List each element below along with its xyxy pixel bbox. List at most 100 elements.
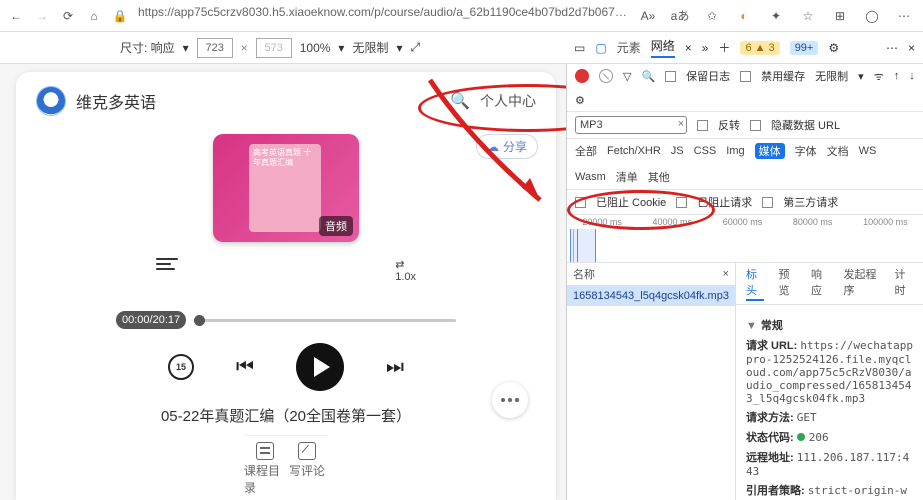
type-all[interactable]: 全部 [575, 143, 597, 159]
wifi-icon[interactable]: ᯤ [874, 69, 884, 84]
edit-icon [298, 442, 316, 460]
status-dot [797, 433, 805, 441]
filter-toggle-icon[interactable]: ▽ [623, 70, 631, 83]
add-tab-icon[interactable]: ＋ [718, 39, 730, 56]
prev-button[interactable]: ⏮ [236, 356, 254, 379]
warn-pill[interactable]: 6 ▲ 3 [740, 41, 779, 55]
progress-track[interactable] [194, 319, 456, 322]
disable-cache-checkbox[interactable] [740, 71, 751, 82]
tab-elements[interactable]: 元素 [617, 39, 641, 56]
reader-icon[interactable]: A» [637, 5, 659, 27]
type-js[interactable]: JS [671, 145, 684, 157]
dtab-headers[interactable]: 标头 [746, 266, 765, 301]
filter-input[interactable] [575, 116, 687, 134]
back-icon[interactable]: ← [8, 8, 24, 24]
type-font[interactable]: 字体 [795, 143, 817, 159]
clear-filter-icon[interactable]: × [678, 118, 684, 130]
info-pill[interactable]: 99+ [790, 41, 819, 55]
type-img[interactable]: Img [726, 145, 744, 157]
type-media[interactable]: 媒体 [755, 143, 785, 159]
translate-icon[interactable]: aあ [669, 5, 691, 27]
play-button[interactable] [296, 343, 344, 391]
dtab-initiator[interactable]: 发起程序 [843, 266, 880, 301]
more-icon[interactable]: ⋯ [893, 5, 915, 27]
name-column-header[interactable]: 名称 [573, 266, 595, 282]
third-party-checkbox[interactable] [762, 197, 773, 208]
shield-icon[interactable]: ◐ [733, 5, 755, 27]
favorite-icon[interactable]: ✩ [701, 5, 723, 27]
chevron-down-icon[interactable]: ▾ [183, 41, 189, 55]
type-filter-row: 全部 Fetch/XHR JS CSS Img 媒体 字体 文档 WS Wasm… [567, 139, 923, 190]
rotate-icon[interactable]: ⤢ [411, 40, 421, 55]
next-button[interactable]: ⏭ [386, 356, 404, 379]
url-bar[interactable]: https://app75c5crzv8030.h5.xiaoeknow.com… [138, 5, 627, 27]
cover-title: 高考英语真题 十年真题汇编 [253, 148, 317, 168]
speed-button[interactable]: ⇄1.0x [395, 258, 416, 283]
throttle-label[interactable]: 无限制 [352, 39, 388, 56]
course-cover[interactable]: 高考英语真题 十年真题汇编 音频 [213, 134, 359, 242]
collections-icon[interactable]: ⊞ [829, 5, 851, 27]
track-title: 05-22年真题汇编（20全国卷第一套） [161, 405, 411, 426]
type-fetch[interactable]: Fetch/XHR [607, 145, 661, 157]
cloud-icon: ☁ [487, 140, 499, 154]
device-icon[interactable]: ▢ [595, 41, 606, 55]
brand-logo [36, 86, 66, 116]
type-css[interactable]: CSS [694, 145, 717, 157]
upload-icon[interactable]: ↑ [894, 70, 900, 82]
time-display: 00:00/20:17 [116, 311, 186, 329]
throttle-select[interactable]: 无限制 [815, 68, 848, 84]
type-manifest[interactable]: 清单 [616, 169, 638, 185]
tab-close-icon[interactable]: × [685, 41, 692, 55]
profile-link[interactable]: 个人中心 [480, 91, 536, 111]
profile-icon[interactable]: ◯ [861, 5, 883, 27]
search-icon[interactable]: 🔍 [641, 70, 655, 83]
extensions-icon[interactable]: ✦ [765, 5, 787, 27]
preserve-log-checkbox[interactable] [665, 71, 676, 82]
comment-tab[interactable]: 写评论 [286, 436, 328, 500]
dtab-timing[interactable]: 计时 [894, 266, 913, 301]
overflow-icon[interactable]: ⋯ [886, 41, 898, 55]
download-icon[interactable]: ↓ [909, 70, 915, 82]
list-icon [256, 442, 274, 460]
home-icon[interactable]: ⌂ [86, 8, 102, 24]
record-icon[interactable] [575, 69, 589, 83]
type-doc[interactable]: 文档 [827, 143, 849, 159]
hide-data-checkbox[interactable] [750, 120, 761, 131]
close-pane-icon[interactable]: × [723, 268, 729, 280]
playlist-icon[interactable] [156, 258, 178, 283]
lock-icon: 🔒 [112, 8, 128, 24]
more-tabs-icon[interactable]: » [702, 41, 709, 55]
clear-icon[interactable] [599, 69, 613, 83]
dtab-response[interactable]: 响应 [811, 266, 830, 301]
blocked-cookie-checkbox[interactable] [575, 197, 586, 208]
request-row[interactable]: 1658134543_l5q4gcsk04fk.mp3 [567, 286, 735, 306]
invert-checkbox[interactable] [697, 120, 708, 131]
size-label: 尺寸: 响应 [120, 39, 175, 56]
share-button[interactable]: ☁ 分享 [476, 134, 538, 159]
type-other[interactable]: 其他 [648, 169, 670, 185]
height-input[interactable] [256, 38, 292, 58]
gear-icon[interactable]: ⚙ [575, 94, 585, 107]
floating-more-button[interactable] [492, 382, 528, 418]
forward-icon: → [34, 8, 50, 24]
tab-network[interactable]: 网络 [651, 37, 675, 58]
close-devtools-icon[interactable]: × [908, 41, 915, 55]
zoom-label[interactable]: 100% [300, 41, 331, 55]
catalog-tab[interactable]: 课程目录 [244, 436, 286, 500]
gear-icon[interactable]: ⚙ [828, 41, 839, 55]
brand-name: 维克多英语 [76, 89, 156, 113]
search-icon[interactable]: 🔍 [450, 91, 470, 111]
timeline[interactable]: 20000 ms40000 ms60000 ms80000 ms100000 m… [567, 215, 923, 263]
audio-badge: 音频 [319, 216, 353, 236]
type-wasm[interactable]: Wasm [575, 171, 606, 183]
dim-x: × [241, 41, 248, 55]
type-ws[interactable]: WS [859, 145, 877, 157]
width-input[interactable] [197, 38, 233, 58]
rewind-15-button[interactable]: 15 [168, 354, 194, 380]
dtab-preview[interactable]: 预览 [778, 266, 797, 301]
blocked-req-checkbox[interactable] [676, 197, 687, 208]
favorites-bar-icon[interactable]: ☆ [797, 5, 819, 27]
reload-icon[interactable]: ⟳ [60, 8, 76, 24]
progress-thumb[interactable] [194, 315, 205, 326]
inspect-icon[interactable]: ▭ [574, 41, 585, 55]
